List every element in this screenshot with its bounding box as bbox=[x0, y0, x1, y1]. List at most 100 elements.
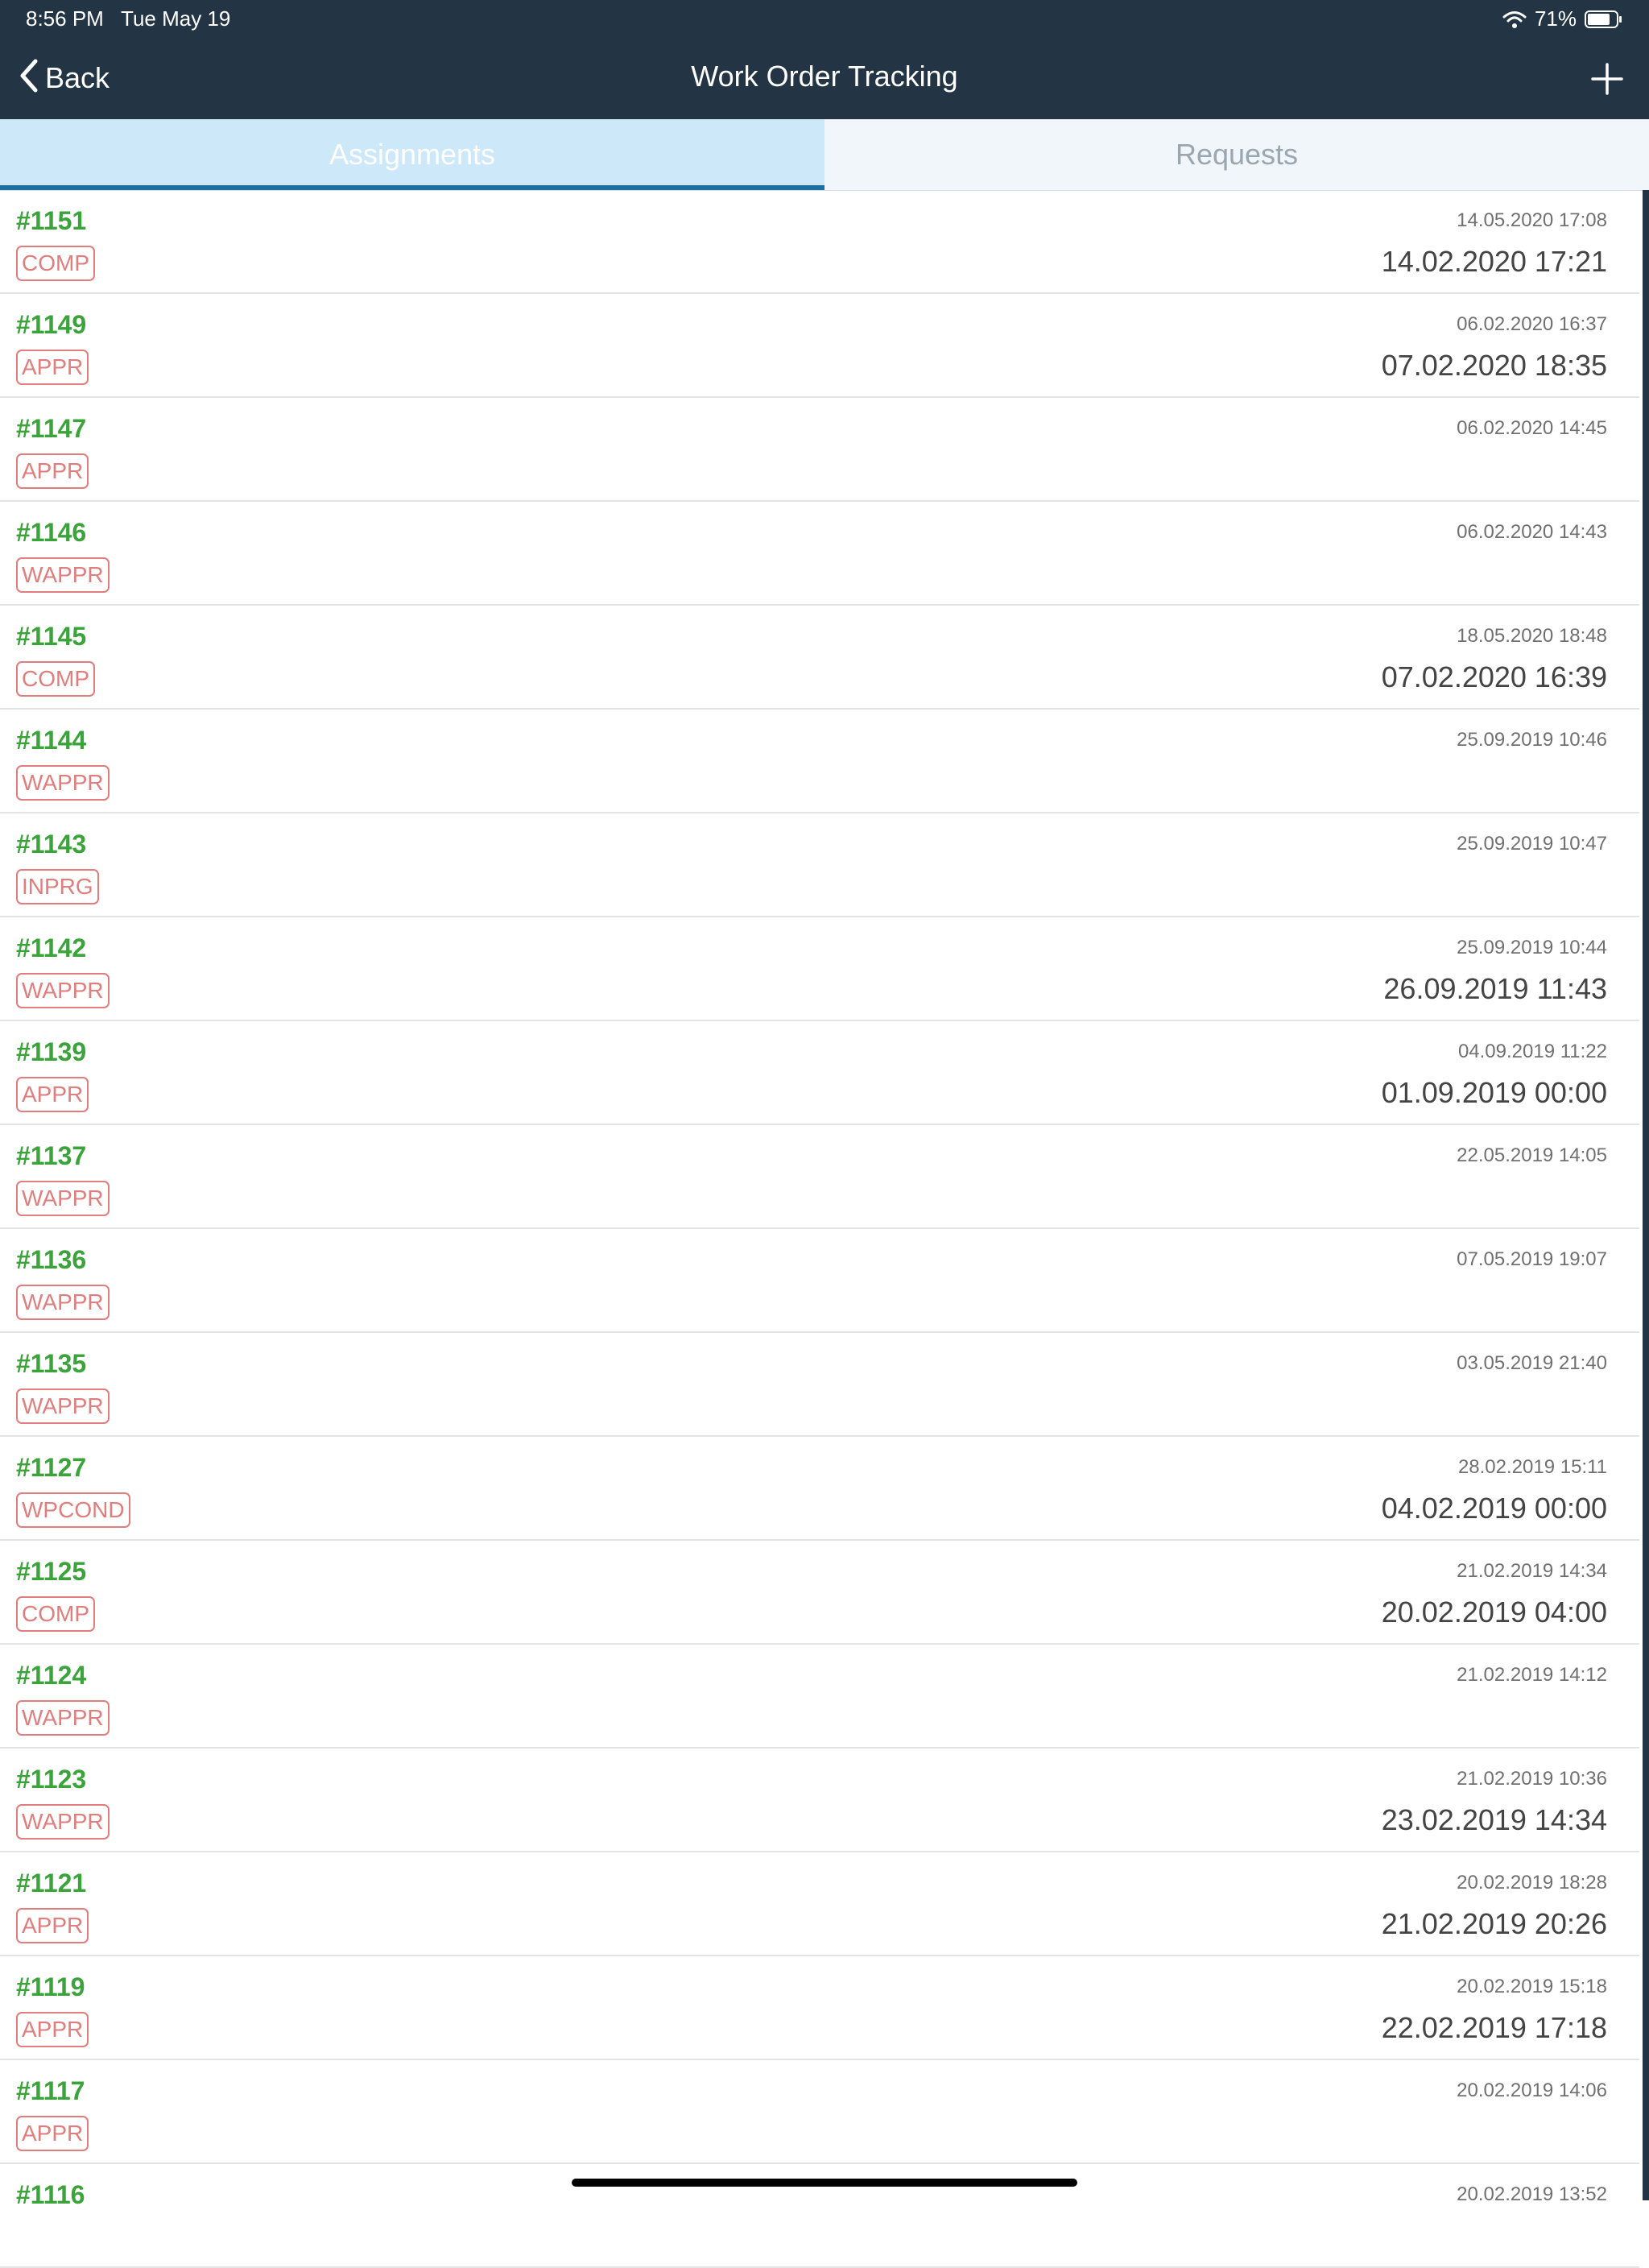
reported-date: 04.09.2019 11:22 bbox=[1457, 1041, 1607, 1062]
status-badge: COMP bbox=[16, 1596, 95, 1632]
status-badge: APPR bbox=[16, 1077, 89, 1112]
work-order-row[interactable]: #1135 WAPPR 03.05.2019 21:40 bbox=[0, 1333, 1639, 1437]
status-badge: WAPPR bbox=[16, 973, 110, 1008]
reported-date: 03.05.2019 21:40 bbox=[1457, 1352, 1607, 1374]
scheduled-date: 07.02.2020 18:35 bbox=[1381, 349, 1607, 382]
work-order-number: #1143 bbox=[16, 830, 87, 859]
nav-bar: Back Work Order Tracking bbox=[0, 39, 1649, 119]
reported-date: 06.02.2020 14:45 bbox=[1457, 417, 1607, 439]
work-order-number: #1149 bbox=[16, 310, 87, 339]
work-order-row[interactable]: #1127 WPCOND 28.02.2019 15:11 04.02.2019… bbox=[0, 1437, 1639, 1541]
work-order-number: #1125 bbox=[16, 1557, 87, 1586]
work-order-row[interactable]: #1123 WAPPR 21.02.2019 10:36 23.02.2019 … bbox=[0, 1749, 1639, 1852]
work-order-number: #1121 bbox=[16, 1869, 87, 1898]
reported-date: 25.09.2019 10:44 bbox=[1457, 937, 1607, 958]
status-time: 8:56 PM Tue May 19 bbox=[26, 6, 230, 31]
status-bar: 8:56 PM Tue May 19 71% bbox=[0, 0, 1649, 39]
status-badge: APPR bbox=[16, 2116, 89, 2151]
status-badge: WAPPR bbox=[16, 1389, 110, 1424]
scheduled-date: 26.09.2019 11:43 bbox=[1383, 972, 1607, 1005]
reported-date: 20.02.2019 14:06 bbox=[1457, 2080, 1607, 2101]
page-title: Work Order Tracking bbox=[691, 60, 958, 93]
status-badge: APPR bbox=[16, 1908, 89, 1943]
work-order-number: #1127 bbox=[16, 1453, 87, 1482]
scheduled-date: 07.02.2020 16:39 bbox=[1381, 660, 1607, 693]
work-order-row[interactable]: #1125 COMP 21.02.2019 14:34 20.02.2019 0… bbox=[0, 1541, 1639, 1645]
reported-date: 14.05.2020 17:08 bbox=[1457, 209, 1607, 231]
scheduled-date: 14.02.2020 17:21 bbox=[1381, 245, 1607, 278]
status-indicators: 71% bbox=[1502, 6, 1623, 31]
reported-date: 07.05.2019 19:07 bbox=[1457, 1248, 1607, 1270]
reported-date: 20.02.2019 18:28 bbox=[1457, 1872, 1607, 1893]
home-indicator bbox=[572, 2179, 1077, 2187]
reported-date: 21.02.2019 10:36 bbox=[1457, 1768, 1607, 1790]
battery-icon bbox=[1585, 10, 1623, 29]
work-order-row[interactable]: #1151 COMP 14.05.2020 17:08 14.02.2020 1… bbox=[0, 190, 1639, 294]
status-badge: APPR bbox=[16, 453, 89, 489]
status-badge: WAPPR bbox=[16, 1181, 110, 1216]
work-order-list: #1151 COMP 14.05.2020 17:08 14.02.2020 1… bbox=[0, 190, 1639, 2268]
add-button[interactable] bbox=[1588, 60, 1626, 98]
work-order-row[interactable]: #1146 WAPPR 06.02.2020 14:43 bbox=[0, 502, 1639, 606]
work-order-row[interactable]: #1136 WAPPR 07.05.2019 19:07 bbox=[0, 1229, 1639, 1333]
tab-assignments[interactable]: Assignments bbox=[0, 119, 824, 190]
plus-icon bbox=[1588, 63, 1626, 101]
work-order-row[interactable]: #1143 INPRG 25.09.2019 10:47 bbox=[0, 813, 1639, 917]
status-badge: INPRG bbox=[16, 869, 99, 904]
work-order-number: #1124 bbox=[16, 1661, 87, 1690]
status-badge: WAPPR bbox=[16, 557, 110, 593]
work-order-row[interactable]: #1124 WAPPR 21.02.2019 14:12 bbox=[0, 1645, 1639, 1749]
status-badge: WPCOND bbox=[16, 1492, 130, 1528]
work-order-number: #1147 bbox=[16, 414, 87, 443]
scheduled-date: 22.02.2019 17:18 bbox=[1381, 2011, 1607, 2044]
work-order-number: #1117 bbox=[16, 2076, 85, 2105]
work-order-row[interactable]: #1145 COMP 18.05.2020 18:48 07.02.2020 1… bbox=[0, 606, 1639, 710]
status-badge: WAPPR bbox=[16, 1804, 110, 1840]
reported-date: 28.02.2019 15:11 bbox=[1457, 1456, 1607, 1478]
reported-date: 21.02.2019 14:34 bbox=[1457, 1560, 1607, 1582]
work-order-row[interactable]: #1137 WAPPR 22.05.2019 14:05 bbox=[0, 1125, 1639, 1229]
work-order-row[interactable]: #1149 APPR 06.02.2020 16:37 07.02.2020 1… bbox=[0, 294, 1639, 398]
wifi-icon bbox=[1502, 10, 1527, 29]
reported-date: 06.02.2020 14:43 bbox=[1457, 521, 1607, 543]
work-order-number: #1136 bbox=[16, 1245, 87, 1274]
work-order-row[interactable]: #1144 WAPPR 25.09.2019 10:46 bbox=[0, 710, 1639, 813]
tab-requests[interactable]: Requests bbox=[824, 119, 1649, 190]
scheduled-date: 21.02.2019 20:26 bbox=[1381, 1907, 1607, 1940]
reported-date: 22.05.2019 14:05 bbox=[1457, 1144, 1607, 1166]
status-badge: APPR bbox=[16, 350, 89, 385]
status-date: Tue May 19 bbox=[121, 6, 231, 31]
work-order-row[interactable]: #1117 APPR 20.02.2019 14:06 bbox=[0, 2060, 1639, 2164]
reported-date: 06.02.2020 16:37 bbox=[1457, 313, 1607, 335]
scheduled-date: 23.02.2019 14:34 bbox=[1381, 1803, 1607, 1836]
work-order-row[interactable]: #1121 APPR 20.02.2019 18:28 21.02.2019 2… bbox=[0, 1852, 1639, 1956]
work-order-row[interactable]: #1142 WAPPR 25.09.2019 10:44 26.09.2019 … bbox=[0, 917, 1639, 1021]
work-order-row[interactable]: #1147 APPR 06.02.2020 14:45 bbox=[0, 398, 1639, 502]
scrollbar[interactable] bbox=[1643, 190, 1649, 2200]
work-order-number: #1135 bbox=[16, 1349, 87, 1378]
battery-percent: 71% bbox=[1534, 6, 1577, 31]
status-badge: APPR bbox=[16, 2012, 89, 2047]
work-order-number: #1146 bbox=[16, 518, 87, 547]
status-badge: WAPPR bbox=[16, 1285, 110, 1320]
reported-date: 20.02.2019 13:52 bbox=[1457, 2183, 1607, 2205]
work-order-number: #1116 bbox=[16, 2180, 85, 2209]
work-order-number: #1137 bbox=[16, 1141, 87, 1170]
tab-bar: Assignments Requests bbox=[0, 119, 1649, 191]
scheduled-date: 04.02.2019 00:00 bbox=[1381, 1492, 1607, 1525]
work-order-number: #1145 bbox=[16, 622, 87, 651]
reported-date: 21.02.2019 14:12 bbox=[1457, 1664, 1607, 1686]
reported-date: 20.02.2019 15:18 bbox=[1457, 1976, 1607, 1997]
status-badge: WAPPR bbox=[16, 765, 110, 801]
work-order-number: #1144 bbox=[16, 726, 87, 755]
status-badge: COMP bbox=[16, 661, 95, 697]
work-order-row[interactable]: #1139 APPR 04.09.2019 11:22 01.09.2019 0… bbox=[0, 1021, 1639, 1125]
reported-date: 25.09.2019 10:46 bbox=[1457, 729, 1607, 751]
work-order-number: #1119 bbox=[16, 1972, 85, 2001]
scheduled-date: 20.02.2019 04:00 bbox=[1381, 1595, 1607, 1629]
status-badge: WAPPR bbox=[16, 1700, 110, 1736]
reported-date: 25.09.2019 10:47 bbox=[1457, 833, 1607, 855]
work-order-row[interactable]: #1119 APPR 20.02.2019 15:18 22.02.2019 1… bbox=[0, 1956, 1639, 2060]
work-order-number: #1123 bbox=[16, 1765, 87, 1794]
work-order-number: #1151 bbox=[16, 206, 87, 235]
